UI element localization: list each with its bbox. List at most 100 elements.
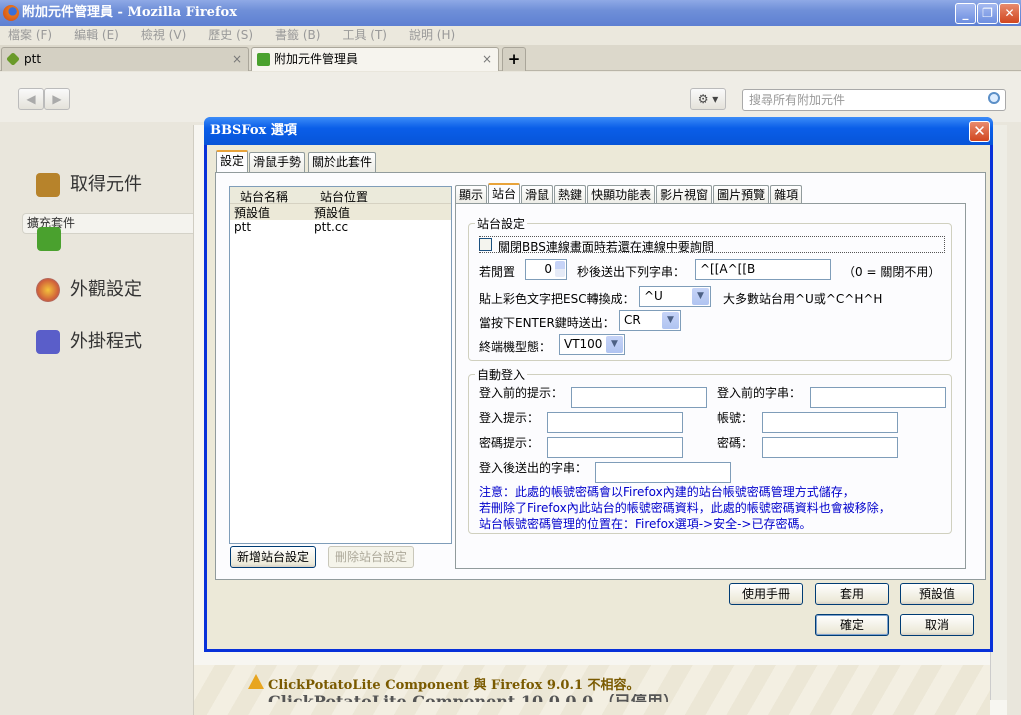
chevron-down-icon: ▼ bbox=[662, 312, 679, 329]
minimize-button[interactable]: _ bbox=[955, 3, 976, 24]
tab-mouse-gestures[interactable]: 滑鼠手勢 bbox=[249, 152, 306, 172]
pre-prompt-label: 登入前的提示： bbox=[479, 386, 564, 400]
tab-settings[interactable]: 設定 bbox=[216, 150, 249, 173]
terminal-type-select[interactable]: VT100 ▼ bbox=[559, 334, 625, 355]
chevron-down-icon: ▼ bbox=[692, 288, 709, 305]
tab-misc[interactable]: 雜項 bbox=[770, 185, 803, 205]
sidebar-label: 外掛程式 bbox=[70, 331, 142, 352]
esc-note: 大多數站台用^U或^C^H^H bbox=[723, 292, 883, 306]
tab-addons-manager[interactable]: 附加元件管理員 × bbox=[251, 47, 499, 71]
tab-context-menu[interactable]: 快顯功能表 bbox=[587, 185, 656, 205]
menu-tools[interactable]: 工具 (T) bbox=[342, 28, 387, 42]
search-icon bbox=[988, 92, 1000, 104]
tab-hotkeys[interactable]: 熱鍵 bbox=[554, 185, 587, 205]
account-input[interactable] bbox=[762, 412, 898, 433]
auto-login-group: 自動登入 登入前的提示： 登入前的字串： 登入提示： 帳號： 密碼提示： 密碼：… bbox=[468, 366, 952, 534]
download-box-icon bbox=[36, 173, 60, 197]
confirm-close-checkbox[interactable] bbox=[479, 238, 492, 251]
apply-button[interactable]: 套用 bbox=[815, 583, 889, 605]
tab-mouse[interactable]: 滑鼠 bbox=[521, 185, 554, 205]
remove-site-button[interactable]: 刪除站台設定 bbox=[328, 546, 414, 568]
site-tab-panel: 站台設定 關閉BBS連線畫面時若還在連線中要詢問 若閒置 0 秒後送出下列字串：… bbox=[455, 203, 966, 569]
password-input[interactable] bbox=[762, 437, 898, 458]
pre-prompt-input[interactable] bbox=[571, 387, 707, 408]
addon-warning: ClickPotatoLite Component 與 Firefox 9.0.… bbox=[194, 665, 990, 715]
selected-value: ^U bbox=[644, 289, 663, 303]
close-window-button[interactable]: ✕ bbox=[999, 3, 1020, 24]
sidebar-item-appearance[interactable]: 外觀設定 bbox=[22, 265, 202, 315]
close-tab-icon[interactable]: × bbox=[232, 48, 242, 70]
confirm-close-label: 關閉BBS連線畫面時若還在連線中要詢問 bbox=[498, 240, 714, 254]
confirm-close-checkbox-row[interactable]: 關閉BBS連線畫面時若還在連線中要詢問 bbox=[479, 236, 945, 254]
cell: ptt bbox=[234, 220, 252, 234]
menu-file[interactable]: 檔案 (F) bbox=[8, 28, 52, 42]
site-settings-group: 站台設定 關閉BBS連線畫面時若還在連線中要詢問 若閒置 0 秒後送出下列字串：… bbox=[468, 215, 952, 361]
site-row-default[interactable]: 預設值 預設值 bbox=[230, 204, 451, 220]
menu-edit[interactable]: 編輯 (E) bbox=[74, 28, 119, 42]
column-header-site-name[interactable]: 站台名稱 bbox=[240, 188, 288, 205]
sidebar-label: 外觀設定 bbox=[70, 279, 142, 300]
password-prompt-input[interactable] bbox=[547, 437, 683, 458]
chevron-down-icon: ▼ bbox=[606, 336, 623, 353]
close-tab-icon[interactable]: × bbox=[482, 48, 492, 70]
cell: 預設值 bbox=[314, 206, 351, 220]
note-line: 站台帳號密碼管理的位置在：Firefox選項->安全->已存密碼。 bbox=[479, 517, 812, 531]
sidebar-item-plugins[interactable]: 外掛程式 bbox=[22, 317, 202, 367]
inner-tab-strip: 顯示 站台 滑鼠 熱鍵 快顯功能表 影片視窗 圖片預覽 雜項 bbox=[455, 183, 803, 206]
pre-string-label: 登入前的字串： bbox=[717, 386, 802, 400]
esc-label: 貼上彩色文字把ESC轉換成： bbox=[479, 292, 635, 306]
menu-bookmarks[interactable]: 書籤 (B) bbox=[275, 28, 320, 42]
menu-view[interactable]: 檢視 (V) bbox=[141, 28, 186, 42]
addon-name-partial: ClickPotatoLite Component 10.0.0.0 （已停用） bbox=[268, 694, 679, 702]
tab-bar: ptt × 附加元件管理員 × + bbox=[0, 45, 1021, 71]
defaults-button[interactable]: 預設值 bbox=[900, 583, 974, 605]
menu-history[interactable]: 歷史 (S) bbox=[208, 28, 253, 42]
login-prompt-input[interactable] bbox=[547, 412, 683, 433]
site-row-ptt[interactable]: ptt ptt.cc bbox=[230, 220, 451, 236]
selected-value: CR bbox=[624, 313, 641, 327]
idle-label: 若閒置 bbox=[479, 265, 516, 279]
tab-display[interactable]: 顯示 bbox=[455, 185, 488, 205]
forward-button[interactable]: ▶ bbox=[44, 88, 70, 110]
warning-text: ClickPotatoLite Component 與 Firefox 9.0.… bbox=[268, 678, 640, 693]
pre-string-input[interactable] bbox=[810, 387, 946, 408]
site-list[interactable]: 站台名稱 站台位置 預設值 預設值 ptt ptt.cc bbox=[229, 186, 452, 544]
tab-label: ptt bbox=[24, 52, 42, 66]
firefox-logo-icon bbox=[3, 5, 19, 21]
tab-video-window[interactable]: 影片視窗 bbox=[656, 185, 713, 205]
cancel-button[interactable]: 取消 bbox=[900, 614, 974, 636]
idle-string-input[interactable]: ^[[A^[[B bbox=[695, 259, 831, 280]
column-header-site-address[interactable]: 站台位置 bbox=[320, 188, 368, 205]
password-label: 密碼： bbox=[717, 436, 754, 450]
menu-help[interactable]: 說明 (H) bbox=[409, 28, 455, 42]
sidebar-label: 取得元件 bbox=[70, 174, 142, 195]
login-prompt-label: 登入提示： bbox=[479, 411, 540, 425]
account-label: 帳號： bbox=[717, 411, 754, 425]
tab-ptt[interactable]: ptt × bbox=[1, 47, 249, 71]
post-string-input[interactable] bbox=[595, 462, 731, 483]
cell: 預設值 bbox=[234, 206, 271, 220]
search-addons-input[interactable]: 搜尋所有附加元件 bbox=[742, 89, 1006, 111]
puzzle-icon bbox=[257, 53, 270, 66]
group-legend: 自動登入 bbox=[475, 366, 528, 383]
restore-button[interactable]: ❐ bbox=[977, 3, 998, 24]
ok-button[interactable]: 確定 bbox=[815, 614, 889, 636]
note-line: 注意：此處的帳號密碼會以Firefox內建的站台帳號密碼管理方式儲存， bbox=[479, 485, 855, 499]
dialog-close-button[interactable]: ✕ bbox=[969, 121, 990, 142]
new-tab-button[interactable]: + bbox=[502, 47, 526, 71]
cell: ptt.cc bbox=[314, 220, 349, 234]
settings-panel: 站台名稱 站台位置 預設值 預設值 ptt ptt.cc 新增站台設定 刪除站台… bbox=[215, 172, 986, 580]
sidebar-item-extensions[interactable]: 擴充套件 bbox=[22, 213, 202, 251]
dialog-title: BBSFox 選項 bbox=[204, 117, 993, 145]
enter-select[interactable]: CR ▼ bbox=[619, 310, 681, 331]
sidebar-item-get-addons[interactable]: 取得元件 bbox=[22, 160, 202, 210]
tab-image-preview[interactable]: 圖片預覽 bbox=[713, 185, 770, 205]
manual-button[interactable]: 使用手冊 bbox=[729, 583, 803, 605]
add-site-button[interactable]: 新增站台設定 bbox=[230, 546, 316, 568]
back-button[interactable]: ◀ bbox=[18, 88, 44, 110]
esc-select[interactable]: ^U ▼ bbox=[639, 286, 711, 307]
gear-menu-button[interactable]: ⚙ ▾ bbox=[690, 88, 726, 110]
tab-about[interactable]: 關於此套件 bbox=[308, 152, 377, 172]
password-note: 注意：此處的帳號密碼會以Firefox內建的站台帳號密碼管理方式儲存， 若刪除了… bbox=[479, 484, 891, 532]
spinner-arrows-icon[interactable] bbox=[555, 261, 565, 277]
